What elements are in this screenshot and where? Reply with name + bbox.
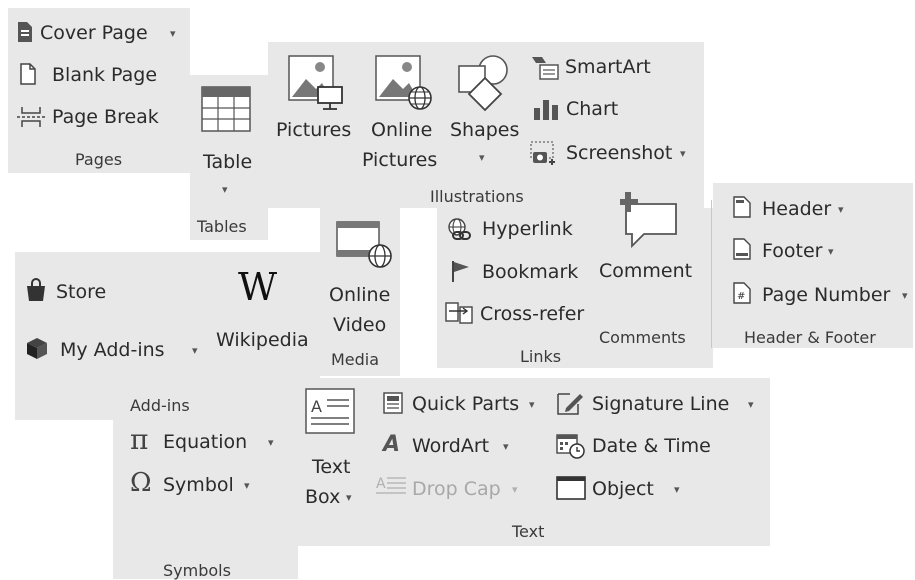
my-addins-label: My Add-ins xyxy=(60,339,165,361)
store-label: Store xyxy=(56,281,107,303)
page-break-label: Page Break xyxy=(52,106,159,128)
header-icon xyxy=(733,196,751,218)
header-footer-group-label: Header & Footer xyxy=(744,328,876,347)
svg-text:#: # xyxy=(737,291,745,302)
symbol-dropdown-icon: ▾ xyxy=(244,479,250,492)
signature-line-dropdown-icon: ▾ xyxy=(748,398,754,411)
quick-parts-dropdown-icon: ▾ xyxy=(529,398,535,411)
table-icon xyxy=(201,86,251,132)
object-dropdown-icon: ▾ xyxy=(674,483,680,496)
page-break-icon xyxy=(17,107,45,127)
page-number-icon: # xyxy=(733,282,751,304)
table-dropdown-icon: ▾ xyxy=(222,183,228,196)
shapes-label: Shapes xyxy=(450,119,520,141)
text-box-dropdown-icon: ▾ xyxy=(346,491,352,504)
quick-parts-icon xyxy=(383,392,403,414)
header-label: Header xyxy=(762,198,832,220)
media-group-label: Media xyxy=(331,350,380,369)
bookmark-icon xyxy=(452,261,469,282)
hyperlink-icon xyxy=(448,218,471,240)
wikipedia-label: Wikipedia xyxy=(216,329,309,351)
online-video-label-1: Online xyxy=(329,284,391,306)
blank-page-icon xyxy=(20,63,36,85)
pictures-label: Pictures xyxy=(276,119,352,141)
pictures-icon xyxy=(288,55,343,110)
comments-group-label: Comments xyxy=(599,328,686,347)
signature-line-icon xyxy=(557,393,583,415)
symbols-group-label: Symbols xyxy=(163,561,231,580)
footer-icon xyxy=(733,238,751,260)
bookmark-label: Bookmark xyxy=(482,261,579,283)
illustrations-group-label: Illustrations xyxy=(430,187,524,206)
pi-icon: π xyxy=(130,423,149,456)
my-addins-dropdown-icon: ▾ xyxy=(192,344,198,357)
wordart-label: WordArt xyxy=(412,435,490,457)
links-group-label: Links xyxy=(520,347,562,366)
smartart-label: SmartArt xyxy=(565,56,651,78)
hyperlink-label: Hyperlink xyxy=(482,218,573,240)
text-box-label-2: Box xyxy=(305,486,341,508)
blank-page-label: Blank Page xyxy=(52,64,158,86)
svg-text:A: A xyxy=(376,476,386,492)
equation-dropdown-icon: ▾ xyxy=(268,436,274,449)
comments-divider xyxy=(711,200,712,348)
pages-group-label: Pages xyxy=(75,150,123,169)
equation-label: Equation xyxy=(163,431,248,453)
addins-group-label: Add-ins xyxy=(130,396,190,415)
object-icon xyxy=(556,476,586,500)
screenshot-dropdown-icon: ▾ xyxy=(680,147,686,160)
online-pictures-icon xyxy=(375,55,432,110)
cover-page-label: Cover Page xyxy=(40,22,148,44)
chart-label: Chart xyxy=(566,98,619,120)
online-video-label-2: Video xyxy=(333,314,387,336)
store-icon xyxy=(27,278,45,301)
comment-label: Comment xyxy=(599,260,693,282)
tables-group-label: Tables xyxy=(197,217,247,236)
object-label: Object xyxy=(592,478,654,500)
cross-reference-label: Cross-refer xyxy=(480,303,585,325)
text-box-label-1: Text xyxy=(312,456,351,478)
cross-reference-icon xyxy=(445,302,473,324)
comment-icon xyxy=(620,192,677,249)
cover-page-dropdown-icon: ▾ xyxy=(170,27,176,40)
screenshot-icon xyxy=(530,141,555,165)
quick-parts-label: Quick Parts xyxy=(412,393,520,415)
smartart-icon xyxy=(532,57,559,80)
wordart-dropdown-icon: ▾ xyxy=(503,440,509,453)
drop-cap-label: Drop Cap xyxy=(412,478,501,500)
shapes-icon xyxy=(458,55,508,112)
header-dropdown-icon: ▾ xyxy=(838,203,844,216)
online-video-icon xyxy=(336,221,392,268)
page-number-label: Page Number xyxy=(762,284,891,306)
drop-cap-dropdown-icon: ▾ xyxy=(512,483,518,496)
omega-icon: Ω xyxy=(130,468,152,498)
page-number-dropdown-icon: ▾ xyxy=(902,289,908,302)
chart-icon xyxy=(534,100,558,120)
screenshot-label: Screenshot xyxy=(566,142,673,164)
online-pictures-label-1: Online xyxy=(371,119,433,141)
online-pictures-label-2: Pictures xyxy=(362,149,438,171)
footer-label: Footer xyxy=(762,240,823,262)
table-label: Table xyxy=(203,151,253,173)
wordart-icon: A xyxy=(383,432,401,457)
date-time-label: Date & Time xyxy=(592,435,711,457)
drop-cap-icon: A xyxy=(376,476,406,494)
text-group-label: Text xyxy=(512,522,545,541)
symbol-label: Symbol xyxy=(163,474,234,496)
cover-page-icon xyxy=(18,22,32,42)
signature-line-label: Signature Line xyxy=(592,393,730,415)
svg-text:A: A xyxy=(311,397,322,416)
footer-dropdown-icon: ▾ xyxy=(828,245,834,258)
my-addins-icon xyxy=(27,338,47,359)
date-time-icon xyxy=(556,434,585,459)
text-box-icon: A xyxy=(305,388,355,434)
shapes-dropdown-icon: ▾ xyxy=(479,151,485,164)
wikipedia-icon: W xyxy=(238,265,278,309)
